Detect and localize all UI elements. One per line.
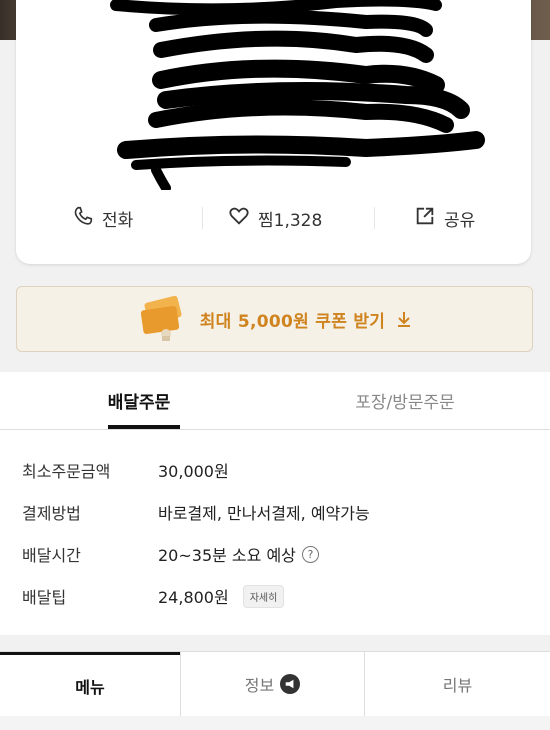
detail-value-wrap: 24,800원 자세히 [158, 584, 285, 608]
redaction-scribble [110, 0, 485, 190]
order-details-panel: 최소주문금액 30,000원 결제방법 바로결제, 만나서결제, 예약가능 배달… [0, 429, 550, 635]
tab-delivery-order[interactable]: 배달주문 [96, 372, 182, 429]
store-action-bar: 전화 찜1,328 공유 [16, 196, 531, 240]
detail-value-wrap: 20~35분 소요 예상 ? [158, 542, 319, 566]
tip-detail-button[interactable]: 자세히 [242, 584, 285, 608]
tab-label: 메뉴 [75, 677, 105, 697]
detail-label: 배달팁 [22, 588, 67, 607]
coupon-label: 최대 5,000원 쿠폰 받기 [199, 311, 386, 332]
tab-label: 포장/방문주문 [355, 393, 455, 413]
order-type-tabs: 배달주문 포장/방문주문 [0, 372, 550, 429]
tab-info[interactable]: 정보 [180, 652, 365, 716]
tab-label: 리뷰 [442, 676, 473, 695]
tab-label: 배달주문 [107, 393, 171, 413]
store-info-card: 전화 찜1,328 공유 [16, 0, 531, 264]
detail-value: 30,000원 [158, 462, 229, 481]
coupon-ticket-icon [136, 295, 190, 342]
coupon-banner[interactable]: 최대 5,000원 쿠폰 받기 [16, 286, 533, 352]
detail-value: 24,800원 [158, 588, 229, 607]
tab-reviews[interactable]: 리뷰 [365, 652, 550, 716]
detail-label: 배달시간 [22, 546, 81, 565]
megaphone-icon [280, 674, 301, 694]
detail-label: 결제방법 [22, 504, 81, 523]
call-button[interactable]: 전화 [72, 196, 133, 240]
tab-label: 정보 [244, 676, 275, 695]
detail-value: 20~35분 소요 예상 [158, 546, 296, 565]
store-section-tabs: 메뉴 정보 리뷰 [0, 651, 550, 730]
like-count: 찜1,328 [258, 210, 323, 231]
detail-value: 바로결제, 만나서결제, 예약가능 [158, 504, 370, 523]
detail-label: 최소주문금액 [22, 462, 111, 481]
call-label: 전화 [102, 210, 134, 231]
share-button[interactable]: 공유 [414, 196, 475, 240]
action-divider [202, 207, 203, 229]
share-icon [414, 205, 436, 232]
action-divider [374, 207, 375, 229]
tab-menu[interactable]: 메뉴 [0, 652, 180, 716]
tab-pickup-order[interactable]: 포장/방문주문 [330, 372, 480, 429]
heart-icon [228, 205, 250, 232]
share-label: 공유 [444, 210, 476, 231]
download-icon [395, 310, 413, 328]
like-button[interactable]: 찜1,328 [228, 196, 322, 240]
phone-icon [72, 205, 94, 232]
help-icon[interactable]: ? [301, 545, 319, 563]
section-gap [0, 635, 550, 651]
